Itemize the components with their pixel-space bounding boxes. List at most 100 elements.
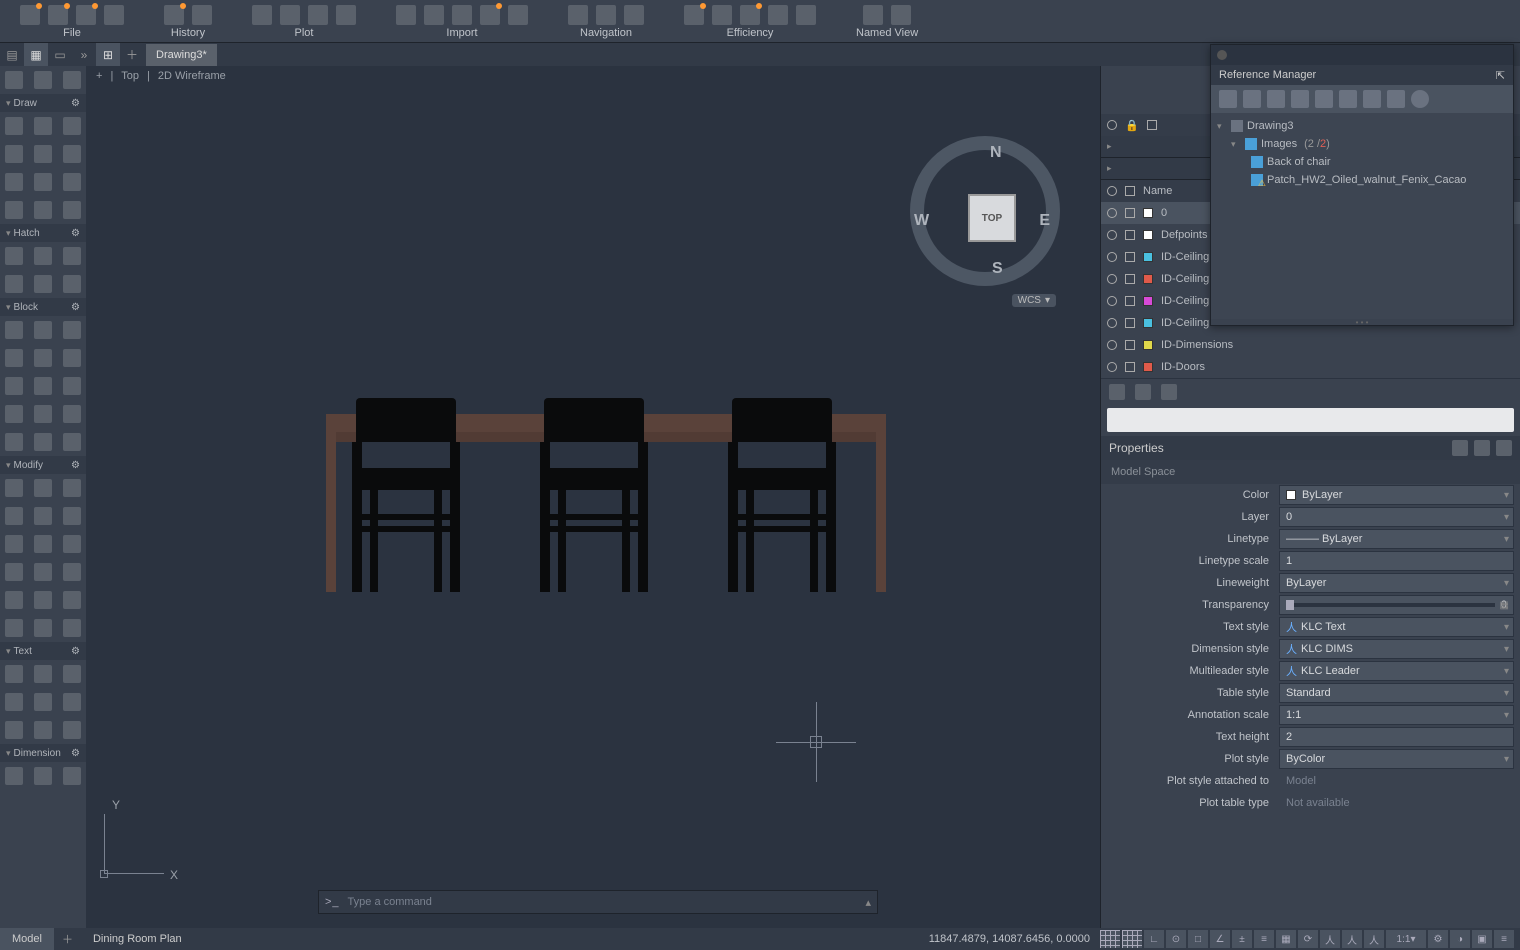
attach-pdf-icon[interactable] — [1315, 90, 1333, 108]
attach-image-icon[interactable] — [1243, 90, 1261, 108]
layer-visibility-toggle[interactable] — [1107, 296, 1117, 306]
draw-tool-icon[interactable] — [34, 201, 52, 219]
change-path-icon[interactable] — [1363, 90, 1381, 108]
ribbon-button[interactable] — [396, 5, 416, 25]
viewcube-west[interactable]: W — [914, 212, 929, 230]
modify-tool-icon[interactable] — [63, 563, 81, 581]
text-tool-icon[interactable] — [34, 721, 52, 739]
property-value[interactable]: 1 — [1279, 551, 1514, 571]
isolate-icon[interactable]: ◑ — [1450, 930, 1470, 948]
tree-images-group[interactable]: ▾ Images (2 /2) — [1217, 135, 1507, 153]
annotation-visibility-icon[interactable]: 人 — [1342, 930, 1362, 948]
ribbon-button[interactable] — [796, 5, 816, 25]
text-tool-icon[interactable] — [5, 665, 23, 683]
dimension-tool-icon[interactable] — [34, 767, 52, 785]
layer-freeze-toggle[interactable] — [1125, 340, 1135, 350]
ribbon-button[interactable] — [508, 5, 528, 25]
ribbon-button[interactable] — [164, 5, 184, 25]
text-tool-icon[interactable] — [63, 693, 81, 711]
hatch-tool-icon[interactable] — [5, 275, 23, 293]
quick-tool-icon[interactable] — [63, 71, 81, 89]
text-tool-icon[interactable] — [34, 693, 52, 711]
tab-add-icon[interactable]: ＋ — [120, 43, 144, 67]
hatch-tool-icon[interactable] — [63, 275, 81, 293]
layer-freeze-toggle[interactable] — [1125, 296, 1135, 306]
modify-tool-icon[interactable] — [63, 591, 81, 609]
property-value[interactable]: ——— ByLayer▾ — [1279, 529, 1514, 549]
layer-visibility-toggle[interactable] — [1107, 340, 1117, 350]
ortho-icon[interactable]: ∟ — [1144, 930, 1164, 948]
ribbon-button[interactable] — [712, 5, 732, 25]
block-tool-icon[interactable] — [5, 405, 23, 423]
tool-section-header-dimension[interactable]: ▾Dimension⚙ — [0, 744, 86, 762]
layer-states-icon[interactable] — [1109, 384, 1125, 400]
ribbon-button[interactable] — [48, 5, 68, 25]
command-history-dropdown[interactable]: ▴ — [865, 896, 871, 909]
polar-icon[interactable]: ⊙ — [1166, 930, 1186, 948]
viewport-view-name[interactable]: Top — [119, 70, 141, 82]
tree-image-item[interactable]: Back of chair — [1217, 153, 1507, 171]
ribbon-button[interactable] — [684, 5, 704, 25]
hatch-tool-icon[interactable] — [63, 247, 81, 265]
viewcube-south[interactable]: S — [992, 260, 1003, 278]
viewport-visual-style[interactable]: 2D Wireframe — [156, 70, 228, 82]
visibility-icon[interactable] — [1107, 120, 1117, 130]
freeze-icon[interactable] — [1147, 120, 1157, 130]
block-tool-icon[interactable] — [5, 377, 23, 395]
customize-status-icon[interactable]: ≡ — [1494, 930, 1514, 948]
text-tool-icon[interactable] — [63, 721, 81, 739]
tree-root[interactable]: ▾Drawing3 — [1217, 117, 1507, 135]
layer-isolate-icon[interactable] — [1135, 384, 1151, 400]
property-value[interactable]: 人KLC Text▾ — [1279, 617, 1514, 637]
layer-filter-input[interactable] — [1107, 408, 1514, 432]
draw-tool-icon[interactable] — [5, 145, 23, 163]
properties-selection-dropdown[interactable]: Model Space — [1101, 460, 1520, 484]
property-value[interactable]: 人KLC Leader▾ — [1279, 661, 1514, 681]
layer-freeze-toggle[interactable] — [1125, 230, 1135, 240]
dimension-tool-icon[interactable] — [63, 767, 81, 785]
property-value[interactable]: ByLayer▾ — [1279, 485, 1514, 505]
block-tool-icon[interactable] — [63, 405, 81, 423]
ribbon-button[interactable] — [568, 5, 588, 25]
clean-screen-icon[interactable]: ▣ — [1472, 930, 1492, 948]
block-tool-icon[interactable] — [34, 405, 52, 423]
modify-tool-icon[interactable] — [5, 535, 23, 553]
model-viewport[interactable]: + | Top | 2D Wireframe N S E W TOP WCS▾ — [86, 66, 1100, 928]
block-tool-icon[interactable] — [34, 433, 52, 451]
gear-icon[interactable]: ⚙ — [71, 460, 80, 471]
dimension-tool-icon[interactable] — [5, 767, 23, 785]
ribbon-button[interactable] — [104, 5, 124, 25]
ribbon-button[interactable] — [192, 5, 212, 25]
block-tool-icon[interactable] — [34, 321, 52, 339]
layer-row[interactable]: ID-Doors — [1101, 356, 1520, 378]
otrack-icon[interactable]: ∠ — [1210, 930, 1230, 948]
layer-color-swatch[interactable] — [1143, 208, 1153, 218]
hatch-tool-icon[interactable] — [34, 275, 52, 293]
properties-settings-icon[interactable] — [1496, 440, 1512, 456]
scale-dropdown[interactable]: 1:1 ▾ — [1386, 930, 1426, 948]
tool-section-header-block[interactable]: ▾Block⚙ — [0, 298, 86, 316]
layer-color-swatch[interactable] — [1143, 274, 1153, 284]
draw-tool-icon[interactable] — [34, 117, 52, 135]
list-view-icon[interactable] — [1387, 90, 1405, 108]
lineweight-icon[interactable]: ≡ — [1254, 930, 1274, 948]
add-layout-button[interactable]: ＋ — [54, 928, 81, 950]
layout-tab[interactable]: Dining Room Plan — [81, 928, 194, 950]
ribbon-button[interactable] — [480, 5, 500, 25]
ribbon-button[interactable] — [452, 5, 472, 25]
ucs-icon[interactable]: Y X — [94, 804, 174, 884]
modify-tool-icon[interactable] — [5, 563, 23, 581]
layer-visibility-toggle[interactable] — [1107, 252, 1117, 262]
dyn-input-icon[interactable]: ± — [1232, 930, 1252, 948]
gear-icon[interactable]: ⚙ — [71, 748, 80, 759]
tile-horizontal-icon[interactable]: ▭ — [48, 43, 72, 67]
draw-tool-icon[interactable] — [63, 117, 81, 135]
gear-icon[interactable]: ⚙ — [71, 646, 80, 657]
draw-tool-icon[interactable] — [63, 173, 81, 191]
property-value[interactable]: 0▾ — [1279, 507, 1514, 527]
layer-visibility-toggle[interactable] — [1107, 362, 1117, 372]
block-tool-icon[interactable] — [34, 377, 52, 395]
ribbon-button[interactable] — [336, 5, 356, 25]
layer-freeze-toggle[interactable] — [1125, 318, 1135, 328]
osnap-icon[interactable]: □ — [1188, 930, 1208, 948]
